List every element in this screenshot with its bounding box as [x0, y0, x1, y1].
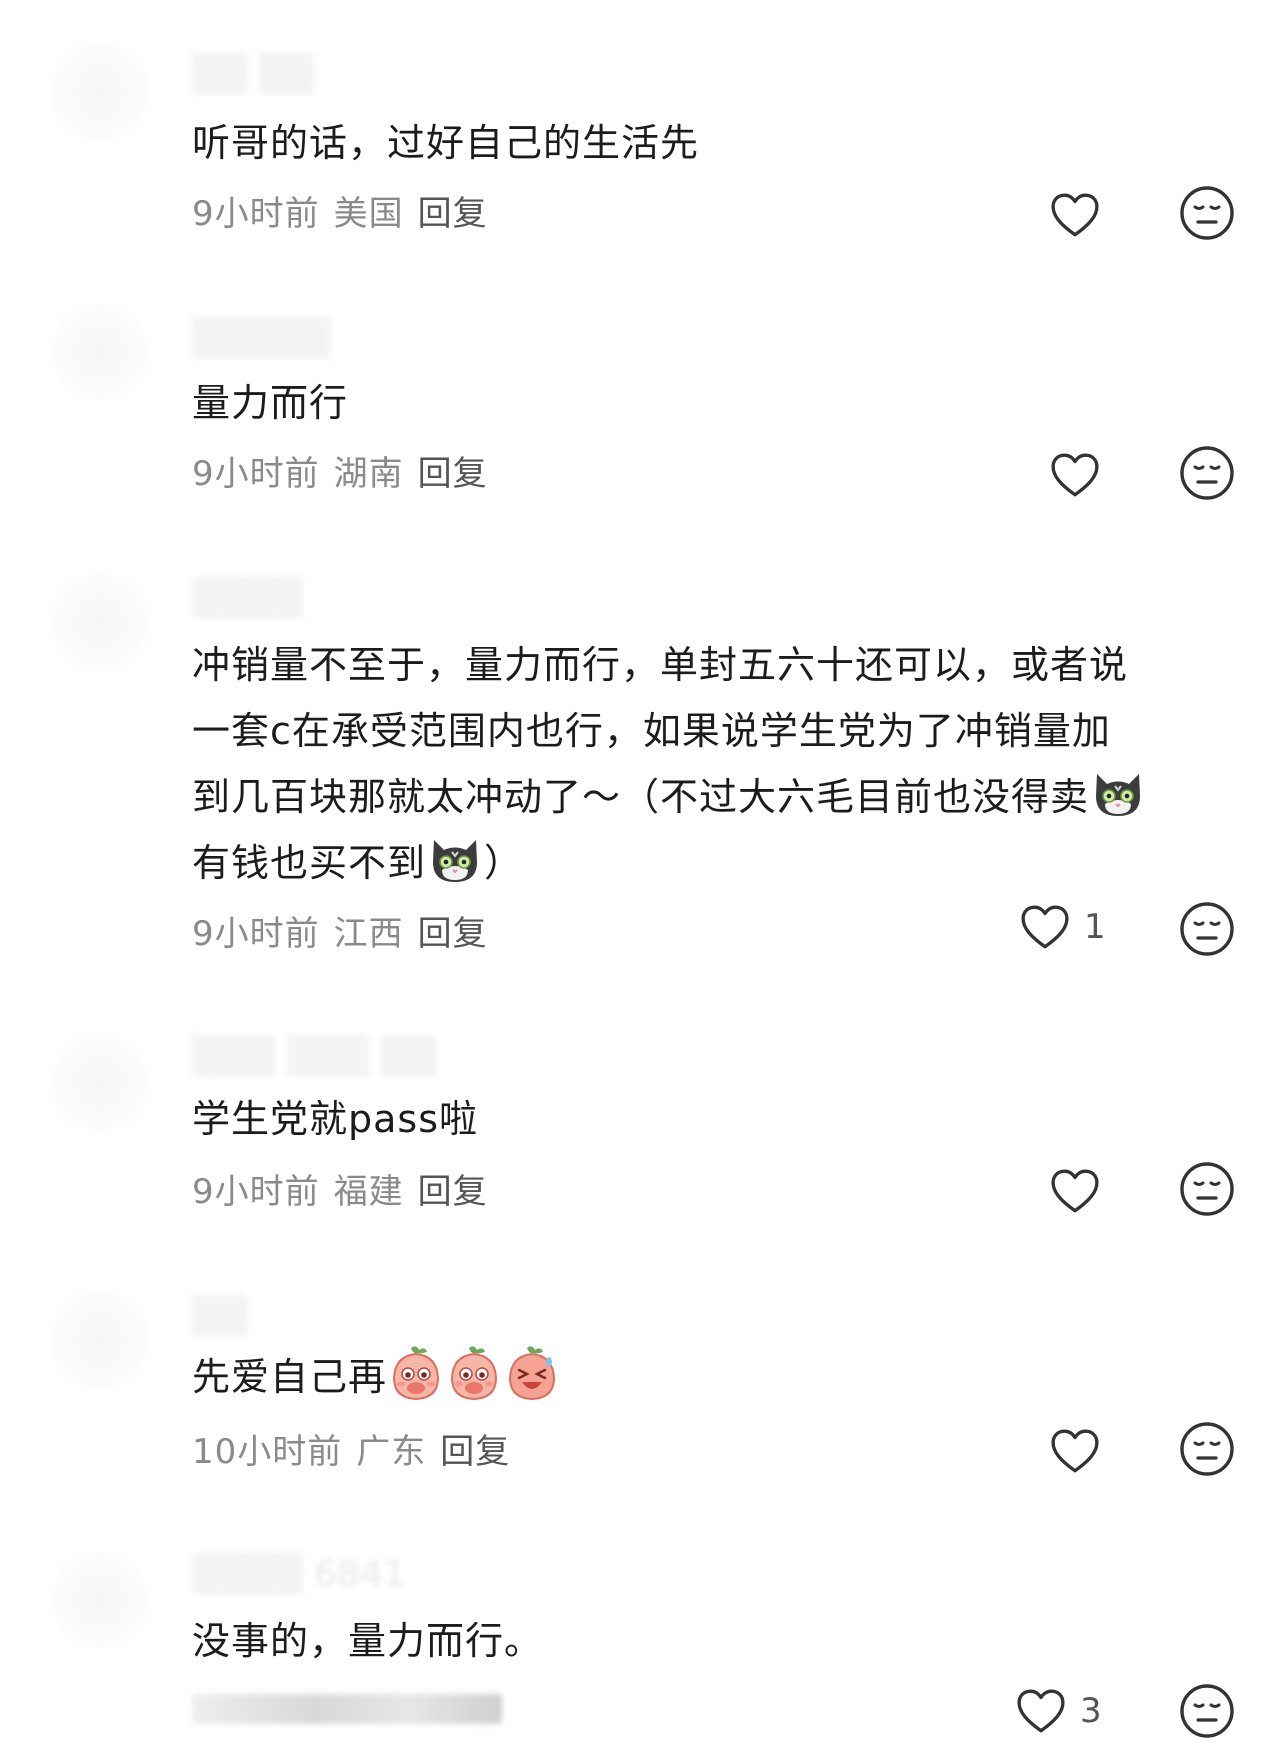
meh-face-icon[interactable]	[1178, 900, 1236, 958]
comment-text: 没事的，量力而行。	[192, 1619, 544, 1663]
like-button[interactable]	[1050, 192, 1100, 238]
meh-face-icon[interactable]	[1178, 1420, 1236, 1478]
avatar[interactable]	[48, 300, 152, 404]
avatar[interactable]	[48, 570, 152, 674]
comment-time: 9小时前	[192, 194, 320, 234]
meh-face-icon[interactable]	[1178, 1160, 1236, 1218]
comment-time: 9小时前	[192, 914, 320, 954]
comment-time: 9小时前	[192, 454, 320, 494]
comment-text-line: 一套c在承受范围内也行，如果说学生党为了冲销量加	[192, 709, 1111, 753]
comment-meta: 9小时前 福建 回复	[192, 1164, 502, 1213]
meh-face-icon[interactable]	[1178, 184, 1236, 242]
comment-text: 量力而行	[192, 381, 349, 425]
username[interactable]: ▒▒	[192, 1296, 247, 1337]
comment-location: 江西	[333, 914, 404, 954]
comment-text: 学生党就pass啦	[192, 1097, 479, 1141]
like-count: 1	[1084, 907, 1106, 947]
heart-outline-icon[interactable]	[1050, 1428, 1100, 1474]
username[interactable]: ▒▒▒▒	[192, 578, 303, 619]
heart-outline-icon[interactable]	[1016, 1688, 1066, 1734]
username[interactable]: ▒▒ ▒▒	[192, 54, 314, 95]
comment-text: 先爱自己再	[192, 1344, 1232, 1410]
cat-face-emoji	[1091, 766, 1145, 820]
username[interactable]: ▒▒▒▒▒	[192, 318, 330, 359]
comment-meta-blurred	[192, 1694, 502, 1724]
reply-button[interactable]: 回复	[418, 194, 488, 234]
reply-button[interactable]: 回复	[440, 1432, 510, 1472]
heart-outline-icon[interactable]	[1050, 452, 1100, 498]
meh-face-icon[interactable]	[1178, 1682, 1236, 1740]
cat-face-emoji	[428, 832, 482, 886]
comment-location: 广东	[356, 1432, 427, 1472]
peach-face-emoji	[389, 1344, 443, 1402]
peach-face-emoji	[447, 1344, 501, 1402]
username[interactable]: ▒▒▒ ▒▒▒ ▒▒	[192, 1036, 436, 1077]
like-button[interactable]	[1050, 1168, 1100, 1214]
like-count: 3	[1080, 1691, 1102, 1731]
like-button[interactable]: 1	[1020, 904, 1106, 950]
comment-meta: 10小时前 广东 回复	[192, 1424, 524, 1473]
username[interactable]: ▒▒▒▒ 6841	[192, 1554, 406, 1595]
peach-laugh-emoji	[505, 1344, 559, 1402]
heart-outline-icon[interactable]	[1050, 1168, 1100, 1214]
like-button[interactable]	[1050, 452, 1100, 498]
avatar[interactable]	[48, 1288, 152, 1392]
reply-button[interactable]: 回复	[418, 454, 488, 494]
comment-location: 福建	[333, 1172, 404, 1212]
comment-time: 10小时前	[192, 1432, 343, 1472]
heart-outline-icon[interactable]	[1050, 192, 1100, 238]
reply-button[interactable]: 回复	[418, 1172, 488, 1212]
like-button[interactable]	[1050, 1428, 1100, 1474]
comment-time: 9小时前	[192, 1172, 320, 1212]
like-button[interactable]: 3	[1016, 1688, 1102, 1734]
comment-location: 湖南	[333, 454, 404, 494]
comment-meta: 9小时前 江西 回复	[192, 906, 502, 955]
comment-text-line: 冲销量不至于，量力而行，单封五六十还可以，或者说	[192, 643, 1129, 687]
comment-meta: 9小时前 美国 回复	[192, 186, 502, 235]
avatar[interactable]	[48, 1030, 152, 1134]
comment-meta: 9小时前 湖南 回复	[192, 446, 502, 495]
comment-text: 听哥的话，过好自己的生活先	[192, 121, 700, 165]
meh-face-icon[interactable]	[1178, 444, 1236, 502]
heart-outline-icon[interactable]	[1020, 904, 1070, 950]
comment-text: 冲销量不至于，量力而行，单封五六十还可以，或者说 一套c在承受范围内也行，如果说…	[192, 632, 1232, 896]
avatar[interactable]	[48, 40, 152, 144]
comment-text-line: 到几百块那就太冲动了～（不过大六毛目前也没得卖	[192, 764, 1232, 830]
reply-button[interactable]: 回复	[418, 914, 488, 954]
comment-location: 美国	[333, 194, 404, 234]
comment-text-line: 有钱也买不到）	[192, 830, 1232, 896]
avatar[interactable]	[48, 1548, 152, 1652]
